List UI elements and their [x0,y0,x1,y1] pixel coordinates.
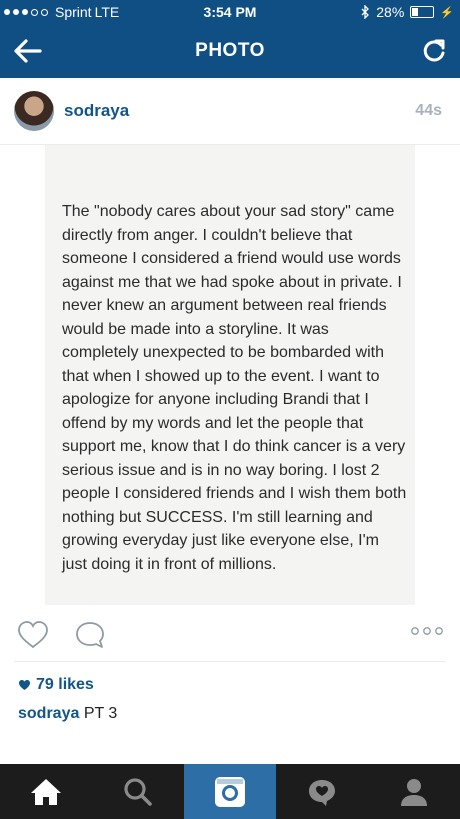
comment-icon[interactable] [74,620,106,650]
tab-profile[interactable] [368,764,460,819]
profile-icon [401,778,427,806]
likes-label: 79 likes [36,676,94,693]
avatar[interactable] [14,91,54,131]
post-actions [0,612,460,658]
post-caption: sodraya PT 3 [18,705,117,723]
caption-username[interactable]: sodraya [18,705,79,722]
tab-home[interactable] [0,764,92,819]
likes-count[interactable]: 79 likes [18,676,94,694]
note-text: The "nobody cares about your sad story" … [62,203,407,573]
bluetooth-icon [361,5,370,19]
tab-news[interactable] [276,764,368,819]
tab-camera[interactable] [184,764,276,819]
battery-fill [412,8,419,16]
bottom-tab-bar [0,764,460,819]
post-photo[interactable]: The "nobody cares about your sad story" … [0,145,460,605]
more-options-icon[interactable] [410,625,444,637]
top-nav-bar: PHOTO [0,24,460,78]
battery-icon [410,6,435,18]
refresh-icon[interactable] [420,37,448,65]
camera-icon [215,776,245,807]
caption-text: PT 3 [83,705,118,722]
search-icon [124,777,152,806]
divider [14,661,446,662]
page-title: PHOTO [195,40,265,61]
battery-percent: 28% [376,4,405,20]
heart-filled-icon [19,680,30,690]
post-header: sodraya 44s [0,78,460,145]
tab-search[interactable] [92,764,184,819]
status-bar: Sprint LTE 3:54 PM 28% ⚡ [0,0,460,24]
home-icon [31,778,61,805]
charging-icon: ⚡ [440,6,454,19]
heart-icon[interactable] [16,620,50,650]
post-username[interactable]: sodraya [64,101,129,121]
post-time: 44s [415,102,442,119]
news-icon [309,779,335,806]
